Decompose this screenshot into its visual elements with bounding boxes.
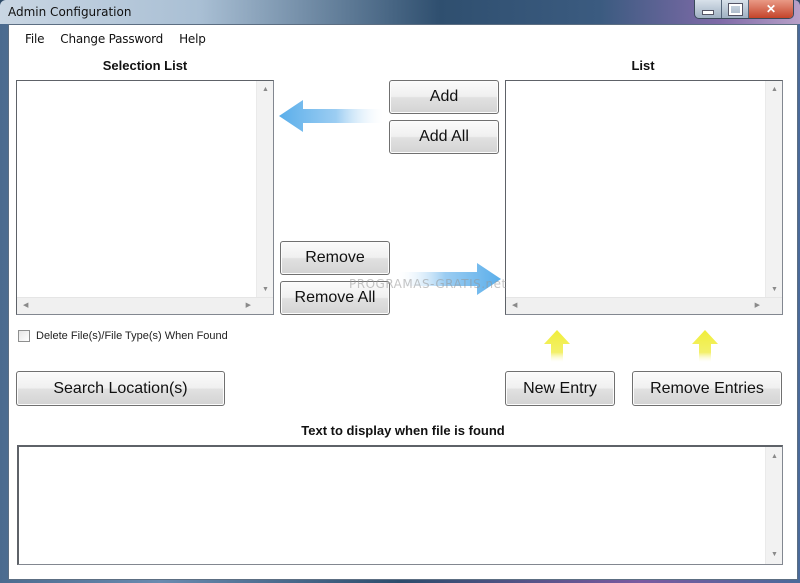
remove-entries-button[interactable]: Remove Entries — [632, 371, 782, 406]
selection-list-heading: Selection List — [102, 58, 188, 73]
window-title: Admin Configuration — [8, 5, 132, 19]
delete-when-found-label: Delete File(s)/File Type(s) When Found — [36, 330, 228, 342]
scroll-right-icon[interactable]: ▶ — [246, 302, 251, 309]
display-text-heading: Text to display when file is found — [301, 423, 505, 438]
arrow-up-icon — [544, 330, 570, 362]
maximize-button[interactable] — [722, 0, 749, 18]
menu-change-password[interactable]: Change Password — [52, 32, 171, 46]
display-text-textarea[interactable]: ▲ ▼ — [17, 445, 783, 565]
scroll-down-icon[interactable]: ▼ — [771, 286, 778, 293]
title-bar[interactable]: Admin Configuration ✕ — [0, 0, 800, 24]
watermark-text: PROGRAMAS-GRATIS.net — [349, 277, 507, 291]
menu-bar: File Change Password Help — [9, 25, 214, 53]
scroll-down-icon[interactable]: ▼ — [262, 286, 269, 293]
client-area: File Change Password Help Selection List… — [8, 24, 798, 580]
minimize-button[interactable] — [695, 0, 722, 18]
minimize-icon — [702, 9, 714, 15]
list-listbox[interactable]: ▲ ▼ ◀ ▶ — [505, 80, 783, 315]
scroll-right-icon[interactable]: ▶ — [755, 302, 760, 309]
delete-when-found-checkbox[interactable] — [18, 330, 30, 342]
maximize-icon — [727, 2, 743, 16]
add-button[interactable]: Add — [389, 80, 499, 114]
menu-file[interactable]: File — [9, 32, 52, 46]
scroll-left-icon[interactable]: ◀ — [512, 302, 517, 309]
scroll-up-icon[interactable]: ▲ — [262, 86, 269, 93]
list-heading: List — [631, 58, 655, 73]
close-icon: ✕ — [765, 2, 777, 16]
list-hscrollbar[interactable]: ◀ ▶ — [506, 297, 782, 314]
arrow-left-icon — [279, 100, 383, 132]
scroll-up-icon[interactable]: ▲ — [771, 86, 778, 93]
new-entry-button[interactable]: New Entry — [505, 371, 615, 406]
remove-button[interactable]: Remove — [280, 241, 390, 275]
delete-when-found-option[interactable]: Delete File(s)/File Type(s) When Found — [18, 330, 228, 342]
add-all-button[interactable]: Add All — [389, 120, 499, 154]
selection-list-hscrollbar[interactable]: ◀ ▶ — [17, 297, 273, 314]
arrow-up-icon — [692, 330, 718, 362]
scroll-left-icon[interactable]: ◀ — [23, 302, 28, 309]
menu-help[interactable]: Help — [171, 32, 214, 46]
caption-buttons: ✕ — [694, 0, 794, 19]
list-vscrollbar[interactable]: ▲ ▼ — [765, 81, 782, 298]
app-window: Admin Configuration ✕ File Change Passwo… — [0, 0, 800, 583]
scroll-up-icon[interactable]: ▲ — [771, 453, 778, 460]
selection-listbox[interactable]: ▲ ▼ ◀ ▶ — [16, 80, 274, 315]
scroll-down-icon[interactable]: ▼ — [771, 551, 778, 558]
close-button[interactable]: ✕ — [749, 0, 793, 18]
selection-list-vscrollbar[interactable]: ▲ ▼ — [256, 81, 273, 298]
display-text-vscrollbar[interactable]: ▲ ▼ — [765, 447, 782, 564]
search-locations-button[interactable]: Search Location(s) — [16, 371, 225, 406]
